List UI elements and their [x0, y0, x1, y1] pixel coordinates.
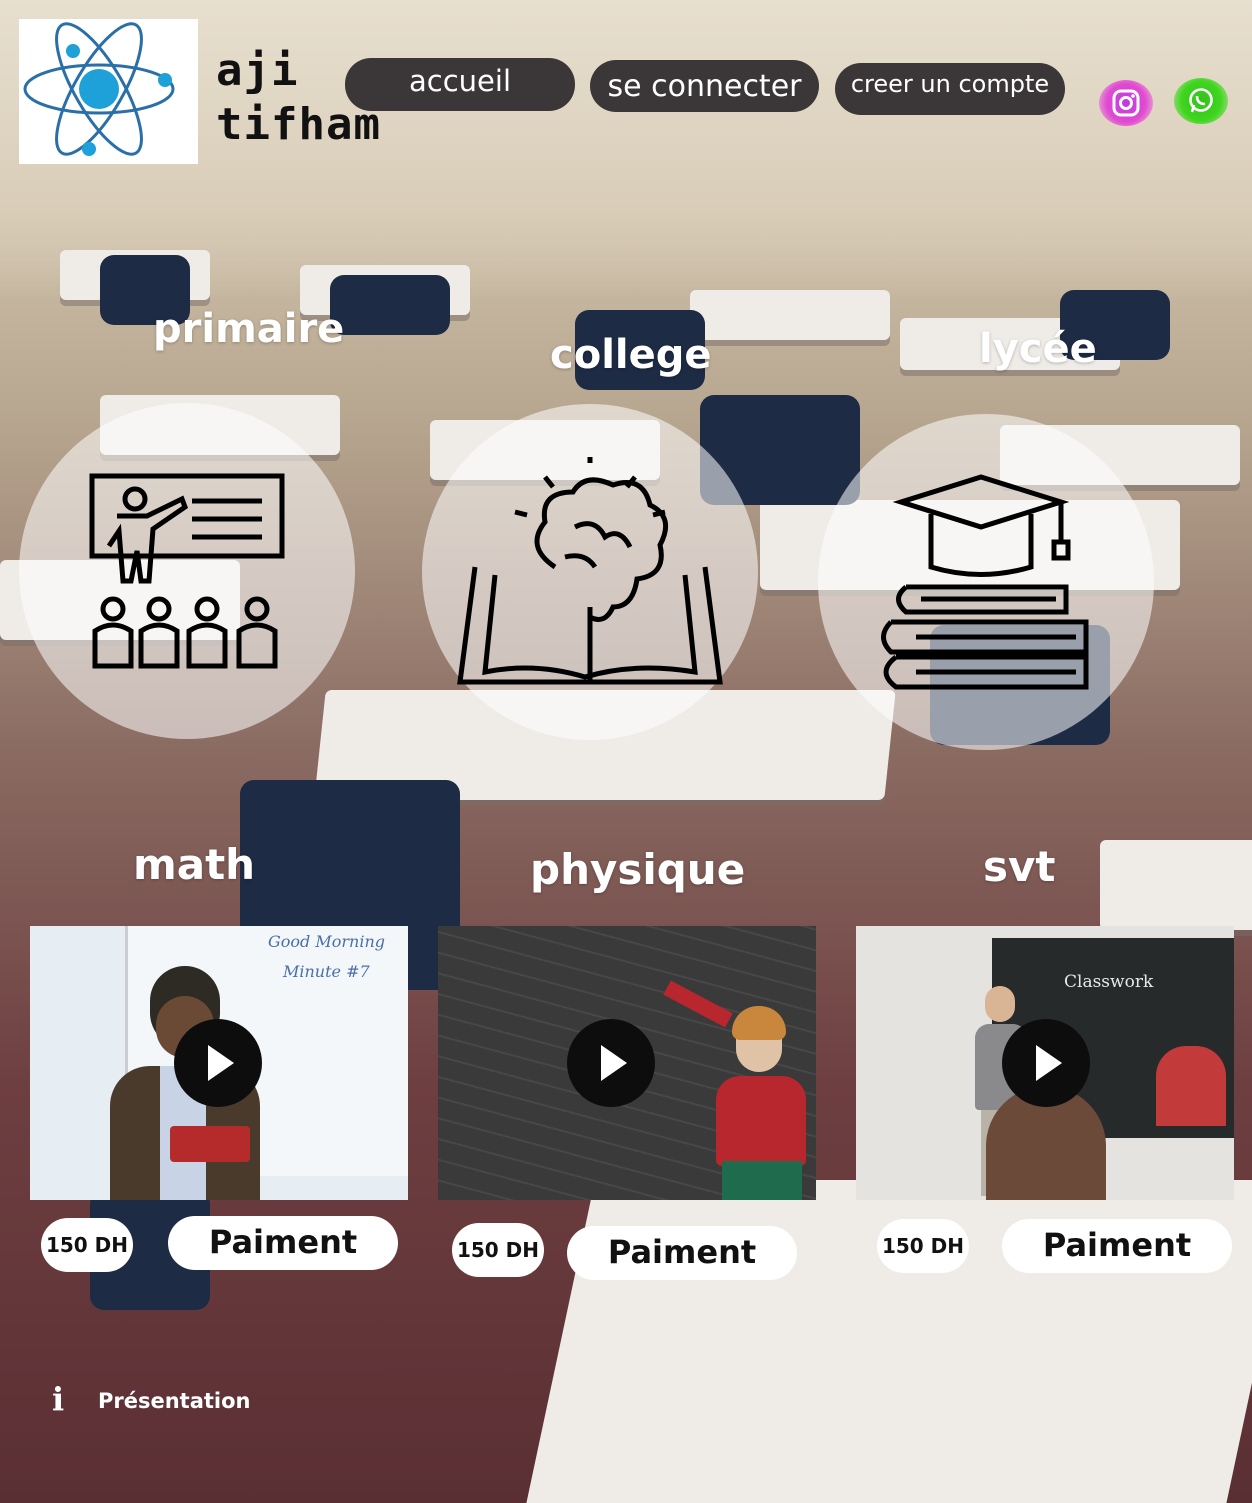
instagram-icon[interactable] — [1099, 80, 1153, 126]
level-college-title: college — [550, 332, 712, 378]
instagram-glyph-icon — [1112, 89, 1140, 117]
physique-price-badge: 150 DH — [452, 1223, 544, 1277]
nav-home-button[interactable]: accueil — [345, 58, 575, 111]
subject-svt-title: svt — [983, 842, 1056, 891]
nav-login-button[interactable]: se connecter — [590, 60, 819, 112]
subject-math-title: math — [133, 840, 256, 889]
level-primaire-card[interactable] — [19, 403, 355, 739]
play-button[interactable] — [174, 1019, 262, 1107]
board-title: Classwork — [1064, 972, 1154, 992]
chair-shape — [330, 275, 450, 335]
nav-signup-button[interactable]: creer un compte — [835, 63, 1065, 115]
teacher-figure — [708, 1006, 816, 1200]
math-video-thumbnail[interactable]: Good Morning Minute #7 — [30, 926, 408, 1200]
level-lycee-card[interactable] — [818, 414, 1154, 750]
svt-payment-button[interactable]: Paiment — [1002, 1219, 1232, 1273]
student-figure — [1156, 1046, 1226, 1126]
graduation-cap-books-icon — [881, 474, 1089, 690]
teacher-classroom-icon — [89, 473, 285, 669]
presentation-link[interactable]: Présentation — [98, 1389, 251, 1413]
whatsapp-icon[interactable] — [1174, 78, 1228, 124]
desk-shape — [690, 290, 890, 340]
info-icon[interactable]: i — [52, 1380, 64, 1418]
level-lycee-title: lycée — [979, 326, 1097, 372]
svt-video-thumbnail[interactable]: Classwork — [856, 926, 1234, 1200]
atom-logo-icon — [23, 22, 175, 156]
logo[interactable] — [19, 19, 198, 164]
subject-physique-title: physique — [530, 845, 746, 894]
physique-payment-button[interactable]: Paiment — [567, 1226, 797, 1280]
level-primaire-title: primaire — [153, 306, 345, 352]
play-button[interactable] — [1002, 1019, 1090, 1107]
math-payment-button[interactable]: Paiment — [168, 1216, 398, 1270]
play-button[interactable] — [567, 1019, 655, 1107]
level-college-card[interactable] — [422, 404, 758, 740]
desk-shape — [1100, 840, 1252, 930]
physique-video-thumbnail[interactable] — [438, 926, 816, 1200]
whiteboard-text: Minute #7 — [283, 962, 370, 981]
whatsapp-glyph-icon — [1189, 88, 1213, 113]
brain-book-icon — [457, 457, 723, 685]
svt-price-badge: 150 DH — [877, 1219, 969, 1273]
whiteboard-text: Good Morning — [268, 932, 386, 951]
math-price-badge: 150 DH — [41, 1218, 133, 1272]
